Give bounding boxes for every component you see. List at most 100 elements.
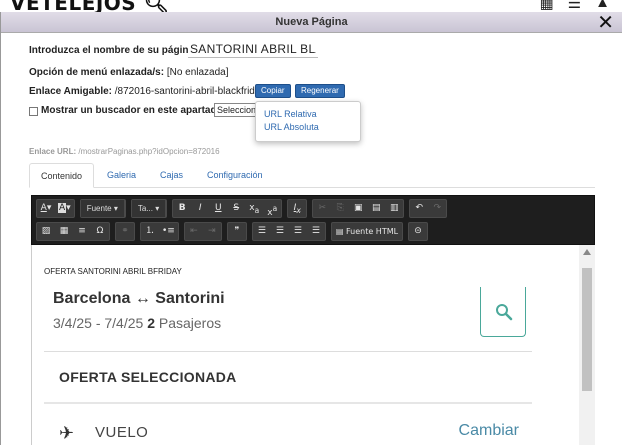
quote-group: ❞ [226, 222, 247, 241]
undo-group: ↶ ↷ [409, 199, 448, 218]
strike-button[interactable]: S [227, 200, 245, 217]
copy-button[interactable]: Copiar [255, 84, 291, 98]
menu-link-label: Opción de menú enlazada/s: [29, 67, 165, 78]
paste-text-icon[interactable]: ▤ [367, 200, 385, 217]
editor-toolbar: A▾ A▾ Fuente ▾ Ta... ▾ B I U S xa xa Ix … [31, 195, 595, 245]
redo-icon[interactable]: ↷ [428, 200, 446, 217]
clipboard-group: ✂ ⎘ ▣ ▤ ▥ [312, 199, 405, 218]
hr-icon[interactable]: ≡ [73, 223, 91, 240]
offer-label: OFERTA SANTORINI ABRIL BFRIDAY [44, 267, 182, 276]
clear-group: Ix [287, 199, 308, 218]
menu-icon[interactable]: ☰ [568, 0, 581, 12]
route-title: Barcelona ↔ Santorini [53, 290, 225, 307]
indent-icon[interactable]: ⇥ [203, 223, 221, 240]
size-combo[interactable]: Ta... ▾ [131, 200, 167, 217]
font-group: Fuente ▾ [79, 199, 126, 218]
calendar-icon[interactable]: ▦ [540, 0, 554, 12]
show-search-label: Mostrar un buscador en este apartado [41, 105, 223, 116]
plane-icon: ✈ [59, 423, 75, 444]
toolbar-row-1: A▾ A▾ Fuente ▾ Ta... ▾ B I U S xa xa Ix … [36, 199, 450, 218]
table-icon[interactable]: ▦ [55, 223, 73, 240]
source-group: ▤ Fuente HTML [330, 222, 404, 241]
toolbar-row-2: ▨ ▦ ≡ Ω ⚭ ⒈ •≡ ⇤ ⇥ ❞ ☰ ☰ ☰ ☰ ▤ Fuente HT… [36, 222, 431, 241]
friendly-link-row: Enlace Amigable: /872016-santorini-abril… [29, 86, 265, 97]
paste-word-icon[interactable]: ▥ [385, 200, 403, 217]
copy-icon[interactable]: ⎘ [331, 200, 349, 217]
align-center-icon[interactable]: ☰ [271, 223, 289, 240]
tab-cajas[interactable]: Cajas [160, 163, 183, 188]
tab-configuracion[interactable]: Configuración [207, 163, 263, 188]
page-name-row: Introduzca el nombre de su página: [29, 45, 197, 56]
outdent-icon[interactable]: ⇤ [185, 223, 203, 240]
page-name-label: Introduzca el nombre de su página: [29, 45, 198, 56]
dialog-titlebar[interactable]: Nueva Página ✕ [1, 12, 622, 33]
tab-galeria[interactable]: Galeria [107, 163, 136, 188]
extra-group: ⊝ [408, 222, 429, 241]
link-group: ⚭ [115, 222, 135, 241]
swap-arrow-icon: ↔ [134, 290, 151, 307]
numbered-list-icon[interactable]: ⒈ [141, 223, 159, 240]
text-color-button[interactable]: A▾ [37, 200, 55, 217]
divider [44, 351, 532, 352]
iframe-icon[interactable]: ⊝ [409, 223, 427, 240]
selected-offer-title: OFERTA SELECCIONADA [59, 369, 237, 385]
page-name-input[interactable] [188, 40, 318, 58]
app-header: VETELEJOS 🔍︎ ▦ ☰ ▲ [0, 0, 622, 12]
color-group: A▾ A▾ [36, 199, 75, 218]
font-combo[interactable]: Fuente ▾ [80, 200, 125, 217]
scroll-thumb[interactable] [582, 268, 592, 391]
list-group: ⒈ •≡ [140, 222, 179, 241]
tab-bar: Contenido Galeria Cajas Configuración [29, 163, 595, 188]
underline-button[interactable]: U [209, 200, 227, 217]
align-right-icon[interactable]: ☰ [289, 223, 307, 240]
link-icon[interactable]: ⚭ [116, 223, 134, 240]
show-search-checkbox[interactable] [29, 107, 38, 116]
friendly-link-label: Enlace Amigable: [29, 86, 112, 97]
flight-label: VUELO [95, 424, 149, 441]
url-absolute-option[interactable]: URL Absoluta [264, 121, 360, 134]
scroll-up-icon[interactable] [583, 249, 591, 255]
subscript-button[interactable]: xa [245, 200, 263, 217]
search-select[interactable]: Seleccione [214, 103, 260, 117]
route-dates: 3/4/25 - 7/4/25 2 Pasajeros [53, 315, 222, 331]
align-left-icon[interactable]: ☰ [253, 223, 271, 240]
size-group: Ta... ▾ [130, 199, 168, 218]
bold-button[interactable]: B [173, 200, 191, 217]
superscript-button[interactable]: xa [263, 200, 281, 218]
search-box-button[interactable] [480, 287, 526, 337]
menu-link-row: Opción de menú enlazada/s: [No enlazada] [29, 67, 229, 78]
image-icon[interactable]: ▨ [37, 223, 55, 240]
url-row: Enlace URL: /mostrarPaginas.php?idOpcion… [29, 147, 220, 156]
search-icon [496, 304, 513, 321]
remove-format-button[interactable]: Ix [288, 200, 306, 217]
close-button[interactable]: ✕ [597, 12, 614, 32]
regenerate-button[interactable]: Regenerar [295, 84, 345, 98]
url-label: Enlace URL: [29, 147, 77, 156]
insert-group: ▨ ▦ ≡ Ω [36, 222, 110, 241]
source-html-button[interactable]: ▤ Fuente HTML [332, 223, 402, 240]
paste-icon[interactable]: ▣ [349, 200, 367, 217]
blockquote-icon[interactable]: ❞ [228, 223, 246, 240]
bg-color-button[interactable]: A▾ [55, 200, 74, 217]
url-relative-option[interactable]: URL Relativa [264, 108, 360, 121]
special-char-icon[interactable]: Ω [91, 223, 109, 240]
format-group: B I U S xa xa [172, 199, 283, 218]
menu-link-value: [No enlazada] [166, 67, 229, 78]
editor-content[interactable]: OFERTA SANTORINI ABRIL BFRIDAY Barcelona… [31, 245, 595, 445]
app-logo[interactable]: VETELEJOS 🔍︎ [10, 0, 170, 12]
divider [44, 402, 532, 404]
undo-icon[interactable]: ↶ [410, 200, 428, 217]
tab-contenido[interactable]: Contenido [29, 163, 95, 188]
indent-group: ⇤ ⇥ [183, 222, 222, 241]
dialog-title: Nueva Página [275, 16, 348, 28]
italic-button[interactable]: I [191, 200, 209, 217]
align-group: ☰ ☰ ☰ ☰ [251, 222, 326, 241]
align-justify-icon[interactable]: ☰ [307, 223, 325, 240]
change-link[interactable]: Cambiar [459, 422, 519, 440]
source-icon: ▤ [335, 227, 344, 236]
flight-row: ✈ VUELO Cambiar [59, 421, 529, 444]
editor-scrollbar[interactable] [579, 245, 595, 445]
bullet-list-icon[interactable]: •≡ [159, 223, 178, 240]
url-value: /mostrarPaginas.php?idOpcion=872016 [78, 147, 220, 156]
cut-icon[interactable]: ✂ [313, 200, 331, 217]
